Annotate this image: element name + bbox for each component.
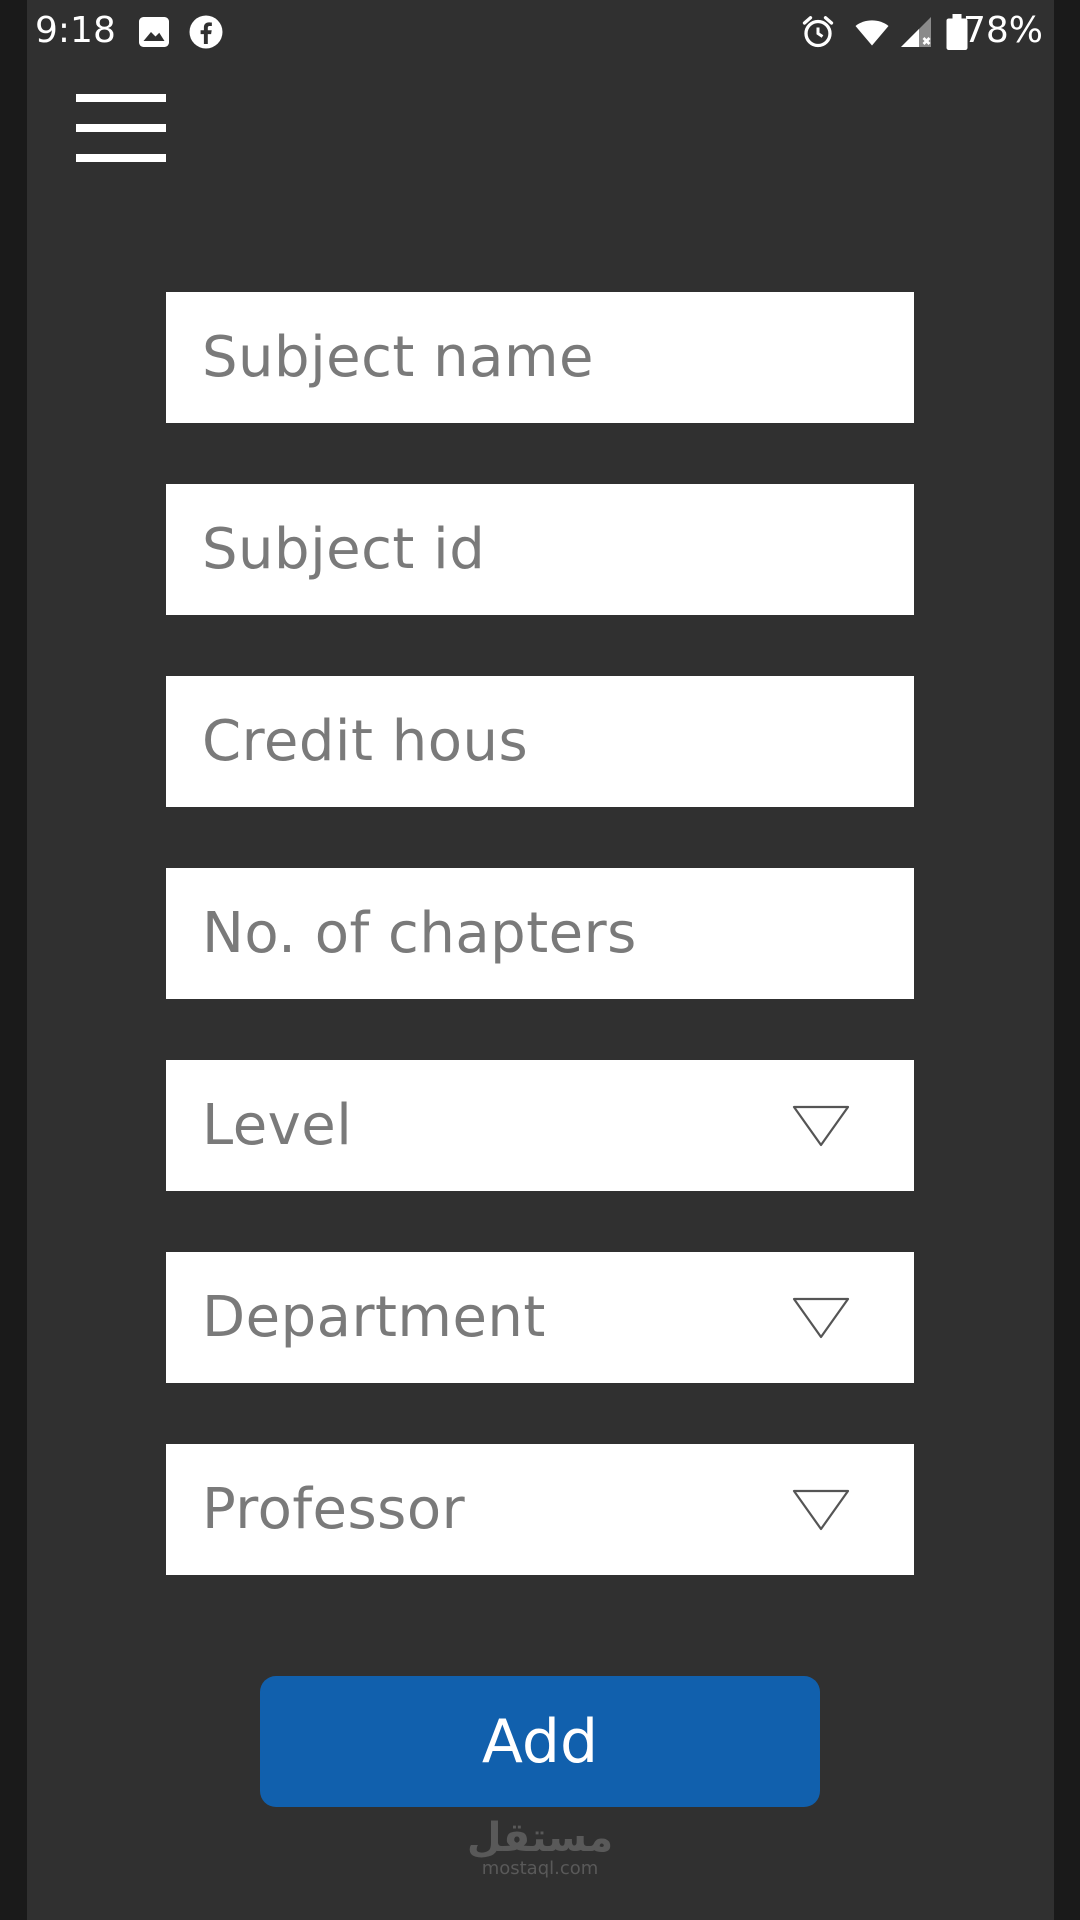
subject-id-input[interactable] xyxy=(166,484,914,615)
wifi-icon xyxy=(855,20,889,46)
level-dropdown-label: Level xyxy=(202,1093,353,1158)
facebook-icon xyxy=(189,15,223,49)
professor-dropdown[interactable]: Professor xyxy=(166,1444,914,1575)
watermark-arabic-text: مستقل xyxy=(466,1815,614,1861)
image-icon xyxy=(139,17,169,47)
signal-icon xyxy=(901,17,931,47)
battery-percentage: 78% xyxy=(962,10,1043,51)
chevron-down-icon xyxy=(792,1105,850,1147)
chevron-down-icon xyxy=(792,1297,850,1339)
alarm-icon xyxy=(802,16,834,48)
chapters-input[interactable] xyxy=(166,868,914,999)
professor-dropdown-label: Professor xyxy=(202,1477,466,1542)
department-dropdown[interactable]: Department xyxy=(166,1252,914,1383)
watermark-url-text: mostaql.com xyxy=(481,1858,599,1879)
hamburger-bar xyxy=(76,94,166,102)
hamburger-bar xyxy=(76,124,166,132)
status-time: 9:18 xyxy=(35,10,116,51)
status-bar: 9:18 78% xyxy=(0,0,1080,64)
screen: 9:18 78% Subject name Subject id Credit … xyxy=(0,0,1080,1920)
watermark-logo: مستقل mostaql.com xyxy=(440,1818,640,1888)
department-dropdown-label: Department xyxy=(202,1285,546,1350)
add-button[interactable]: Add xyxy=(260,1676,820,1807)
hamburger-bar xyxy=(76,154,166,162)
subject-name-input[interactable] xyxy=(166,292,914,423)
credit-hours-input[interactable] xyxy=(166,676,914,807)
hamburger-menu-icon[interactable] xyxy=(76,94,166,162)
chevron-down-icon xyxy=(792,1489,850,1531)
level-dropdown[interactable]: Level xyxy=(166,1060,914,1191)
